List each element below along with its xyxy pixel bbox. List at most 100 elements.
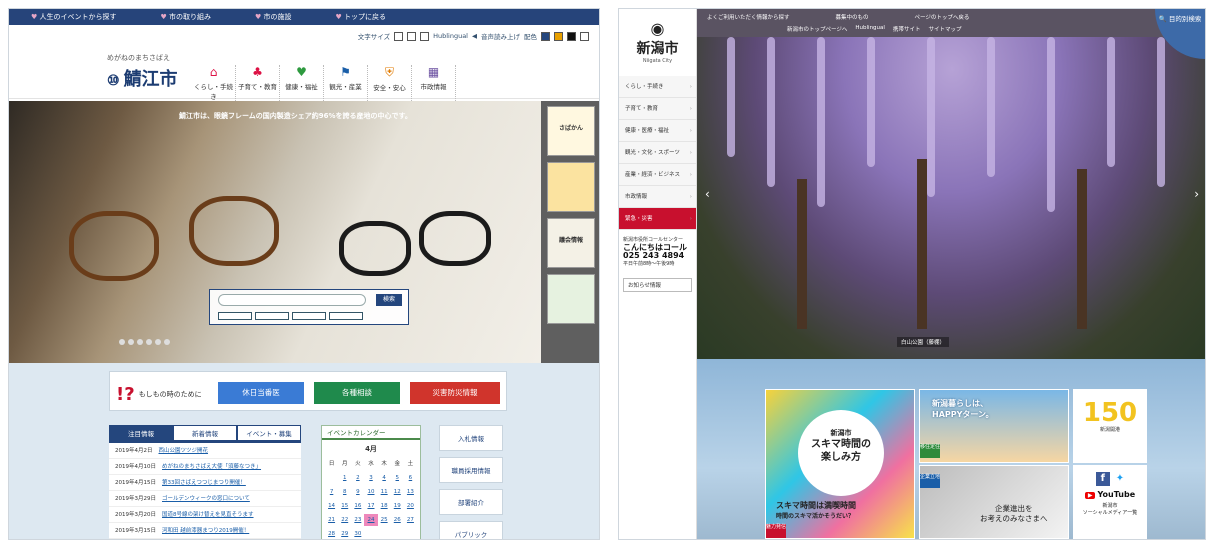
calendar-day[interactable]: 11 bbox=[378, 486, 391, 498]
calendar-day[interactable]: 17 bbox=[364, 500, 377, 512]
top-link[interactable]: 新潟市のトップページへ bbox=[787, 25, 847, 33]
youtube-icon[interactable]: YouTube bbox=[1085, 490, 1135, 499]
calendar-day[interactable]: 13 bbox=[404, 486, 417, 498]
news-link[interactable]: めがねのまちさばえ大使「須藤なつき」 bbox=[162, 464, 261, 470]
calendar-day[interactable]: 23 bbox=[351, 514, 364, 526]
prev-slide-icon[interactable]: ‹ bbox=[705, 187, 710, 201]
facebook-icon[interactable]: f bbox=[1095, 472, 1110, 486]
top-link[interactable]: よくご利用いただく情報から探す bbox=[707, 13, 790, 21]
tile-port-150[interactable]: 150 新潟開港 bbox=[1073, 389, 1147, 463]
sidebar-item-city-info[interactable]: 市政情報 bbox=[619, 186, 696, 208]
calendar-day[interactable]: 9 bbox=[351, 486, 364, 498]
banner-sabakan[interactable]: さばかん bbox=[547, 106, 595, 156]
calendar-day[interactable]: 8 bbox=[338, 486, 351, 498]
slide-dot[interactable] bbox=[155, 339, 161, 345]
topbar-link-top[interactable]: トップに戻る bbox=[314, 12, 409, 22]
banner-council[interactable]: 議会情報 bbox=[547, 218, 595, 268]
nav-item-childcare[interactable]: ♣ 子育て・教育 bbox=[236, 65, 280, 101]
public-comment-link[interactable]: パブリック bbox=[439, 521, 503, 539]
tile-happy-turn[interactable]: 新潟暮らしは、 HAPPYターン。 移住定住 bbox=[919, 389, 1069, 463]
quick-link[interactable] bbox=[329, 312, 363, 320]
recruit-link[interactable]: 職員採用情報 bbox=[439, 457, 503, 483]
calendar-day[interactable]: 30 bbox=[351, 528, 364, 539]
notice-link[interactable]: お知らせ情報 bbox=[623, 278, 692, 292]
tab-events[interactable]: イベント・募集 bbox=[237, 425, 301, 441]
calendar-day[interactable]: 6 bbox=[404, 472, 417, 484]
hublingual-link[interactable]: Hublingual bbox=[433, 32, 468, 40]
calendar-day[interactable]: 1 bbox=[338, 472, 351, 484]
calendar-day[interactable]: 7 bbox=[325, 486, 338, 498]
color-black-button[interactable] bbox=[567, 31, 576, 41]
calendar-day[interactable]: 29 bbox=[338, 528, 351, 539]
bid-info-link[interactable]: 入札情報 bbox=[439, 425, 503, 451]
consultation-button[interactable]: 各種相談 bbox=[314, 382, 400, 404]
site-logo[interactable]: 新潟市 bbox=[619, 19, 696, 58]
tab-new[interactable]: 新着情報 bbox=[173, 425, 237, 441]
color-white-button[interactable] bbox=[580, 31, 589, 41]
next-slide-icon[interactable]: › bbox=[1194, 187, 1199, 201]
calendar-day[interactable]: 22 bbox=[338, 514, 351, 526]
tile-sukima[interactable]: 新潟市 スキマ時間の 楽しみ方 スキマ時間は満喫時間 時間のスキマ活かそうだい？ 魅… bbox=[765, 389, 915, 539]
calendar-day[interactable]: 3 bbox=[364, 472, 377, 484]
read-aloud-link[interactable]: 音声読み上げ bbox=[481, 31, 520, 41]
calendar-day[interactable]: 20 bbox=[404, 500, 417, 512]
holiday-doctor-button[interactable]: 休日当番医 bbox=[218, 382, 304, 404]
sidebar-item-health[interactable]: 健康・医療・福祉 bbox=[619, 120, 696, 142]
news-link[interactable]: 国道8号線の架け替えを見直そうます bbox=[162, 512, 254, 518]
news-link[interactable]: ゴールデンウィークの窓口について bbox=[162, 496, 250, 502]
emergency-button[interactable]: 緊急・災害 bbox=[619, 208, 696, 230]
top-link[interactable]: ページのトップへ戻る bbox=[915, 13, 970, 21]
calendar-day[interactable]: 14 bbox=[325, 500, 338, 512]
tile-social-media[interactable]: f✦ YouTube 新潟市 ソーシャルメディア一覧 bbox=[1073, 465, 1147, 539]
tile-business[interactable]: 企業進出を お考えのみなさまへ 企業立地 bbox=[919, 465, 1069, 539]
topbar-link-life-events[interactable]: 人生のイベントから探す bbox=[9, 12, 139, 22]
news-link[interactable]: 西山公園ツツジ開花 bbox=[159, 448, 209, 454]
site-logo[interactable]: 鯖江市 bbox=[107, 65, 178, 91]
calendar-day[interactable]: 10 bbox=[364, 486, 377, 498]
department-link[interactable]: 部署紹介 bbox=[439, 489, 503, 515]
calendar-day[interactable]: 27 bbox=[404, 514, 417, 526]
top-link[interactable]: 携帯サイト bbox=[893, 25, 921, 33]
nav-item-living[interactable]: ⌂ くらし・手続き bbox=[192, 65, 236, 101]
tab-featured[interactable]: 注目情報 bbox=[109, 425, 173, 441]
slide-dot[interactable] bbox=[119, 339, 125, 345]
topbar-link-facilities[interactable]: 市の施設 bbox=[233, 12, 314, 22]
nav-item-tourism[interactable]: ⚑ 観光・産業 bbox=[324, 65, 368, 101]
sidebar-item-living[interactable]: くらし・手続き bbox=[619, 76, 696, 98]
slide-dot[interactable] bbox=[128, 339, 134, 345]
sidebar-item-childcare[interactable]: 子育て・教育 bbox=[619, 98, 696, 120]
font-small-button[interactable] bbox=[394, 31, 404, 41]
quick-link[interactable] bbox=[218, 312, 252, 320]
calendar-day[interactable]: 28 bbox=[325, 528, 338, 539]
top-link[interactable]: Hublingual bbox=[855, 25, 885, 33]
quick-link[interactable] bbox=[255, 312, 289, 320]
hero-slideshow[interactable]: 鯖江市は、眼鏡フレームの国内製造シェア約96%を誇る産地の中心です。 検索 bbox=[9, 101, 541, 363]
banner-event[interactable] bbox=[547, 162, 595, 212]
font-large-button[interactable] bbox=[420, 31, 430, 41]
banner-misc[interactable] bbox=[547, 274, 595, 324]
top-link[interactable]: サイトマップ bbox=[928, 25, 961, 33]
nav-item-health[interactable]: ♥ 健康・福祉 bbox=[280, 65, 324, 101]
quick-link[interactable] bbox=[292, 312, 326, 320]
sidebar-item-tourism[interactable]: 観光・文化・スポーツ bbox=[619, 142, 696, 164]
search-input[interactable] bbox=[218, 294, 366, 306]
font-medium-button[interactable] bbox=[407, 31, 417, 41]
speaker-icon[interactable]: ◀ bbox=[472, 32, 477, 40]
calendar-day[interactable]: 12 bbox=[391, 486, 404, 498]
calendar-day[interactable]: 24 bbox=[364, 514, 378, 526]
calendar-day[interactable]: 18 bbox=[378, 500, 391, 512]
callcenter-phone[interactable]: 025 243 4894 bbox=[623, 252, 692, 260]
news-link[interactable]: 河和田 越前漆器まつり2019開催！ bbox=[162, 528, 249, 534]
color-blue-button[interactable] bbox=[541, 31, 550, 41]
hero-slideshow[interactable]: ‹ › 白山公園（藤棚） bbox=[697, 37, 1205, 359]
slide-dot[interactable] bbox=[146, 339, 152, 345]
color-yellow-button[interactable] bbox=[554, 31, 563, 41]
nav-item-safety[interactable]: ⛨ 安全・安心 bbox=[368, 65, 412, 101]
disaster-info-button[interactable]: 災害防災情報 bbox=[410, 382, 500, 404]
calendar-day[interactable]: 21 bbox=[325, 514, 338, 526]
calendar-day[interactable]: 16 bbox=[351, 500, 364, 512]
news-link[interactable]: 第33回さばえつつじまつり開催！ bbox=[162, 480, 246, 486]
calendar-day[interactable]: 26 bbox=[391, 514, 404, 526]
top-link[interactable]: 募集中のもの bbox=[836, 13, 869, 21]
calendar-day[interactable]: 5 bbox=[391, 472, 404, 484]
